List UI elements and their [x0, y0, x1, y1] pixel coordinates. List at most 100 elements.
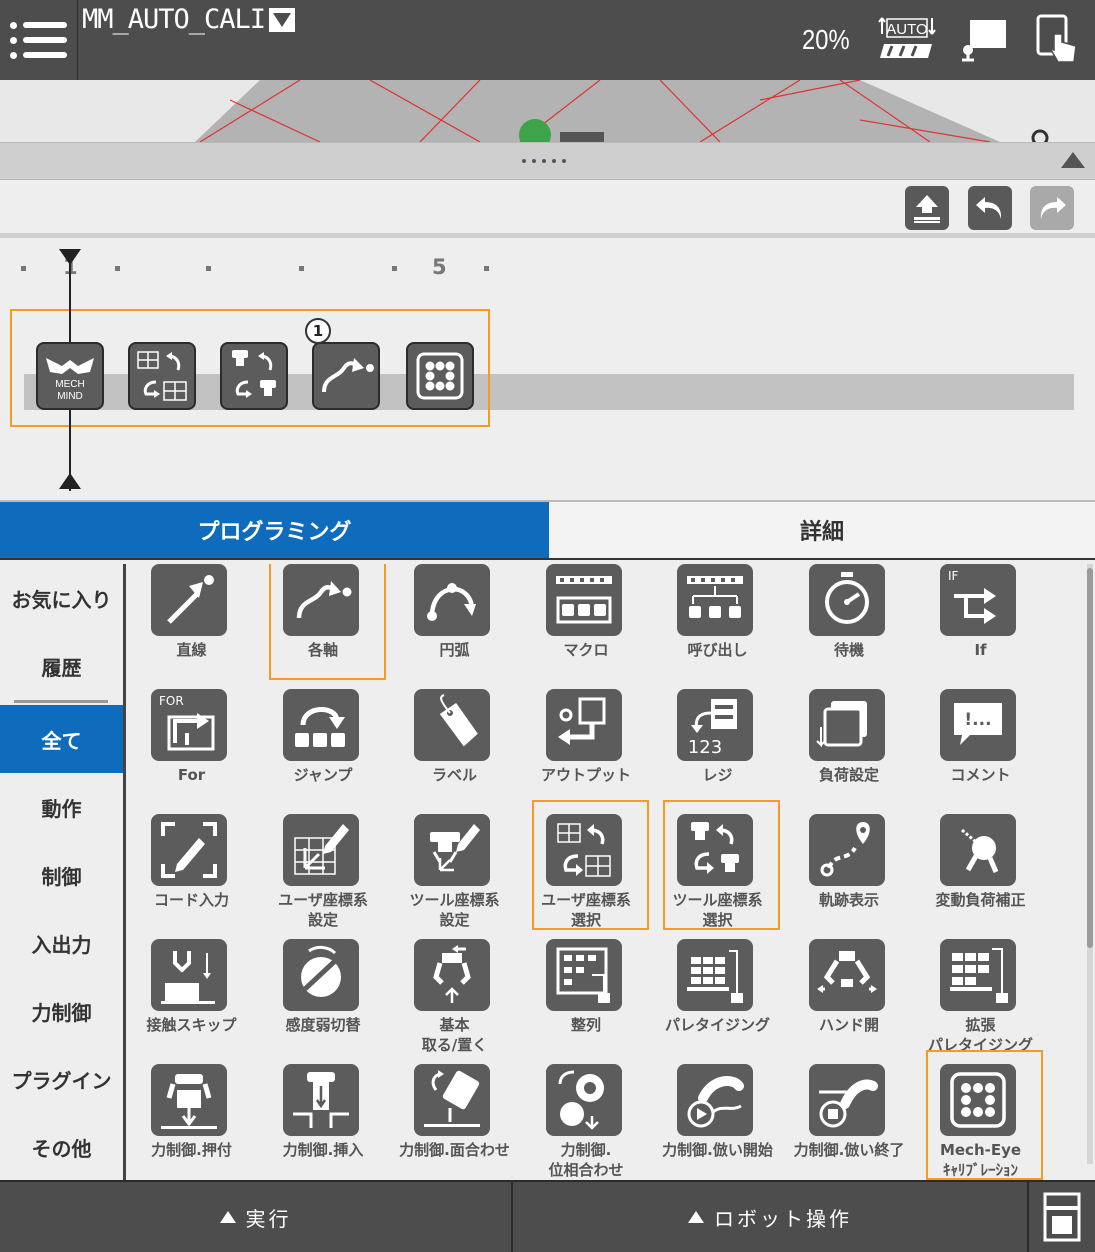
palette-cmd-touch-skip[interactable]: 接触スキップ: [126, 939, 257, 1064]
palette-cmd-force-surface[interactable]: 力制御.面合わせ: [389, 1064, 520, 1180]
command-tile[interactable]: [282, 939, 359, 1011]
timeline-cmd-tool-frame-select[interactable]: [220, 342, 288, 410]
category-control[interactable]: 制御: [0, 841, 123, 909]
palette-cmd-variable-payload[interactable]: 変動負荷補正: [915, 814, 1046, 939]
palette-cmd-tool-frame-setting[interactable]: ツール座標系 設定: [389, 814, 520, 939]
command-tile[interactable]: [282, 1064, 359, 1136]
command-tile[interactable]: [151, 814, 227, 886]
palette-cmd-hand-open[interactable]: ハンド開: [784, 939, 915, 1064]
command-tile[interactable]: [808, 564, 885, 636]
palette-scrollbar[interactable]: [1087, 568, 1093, 948]
command-tile[interactable]: [677, 1064, 753, 1136]
palette-cmd-wait[interactable]: 待機: [784, 564, 915, 689]
palette-cmd-register[interactable]: 123 レジ: [652, 689, 783, 814]
palette-cmd-macro[interactable]: マクロ: [521, 564, 652, 689]
category-motion[interactable]: 動作: [0, 773, 123, 841]
speed-override[interactable]: 20%: [802, 24, 850, 56]
program-selector[interactable]: MM_AUTO_CALI: [82, 4, 296, 35]
timeline-cmd-mech-eye-calibration[interactable]: [406, 342, 474, 410]
command-tile[interactable]: [808, 814, 885, 886]
redo-button[interactable]: [1030, 186, 1074, 230]
command-tile[interactable]: [545, 939, 622, 1011]
run-button[interactable]: 実行: [0, 1182, 511, 1252]
command-tile[interactable]: !...: [940, 689, 1016, 761]
playhead-top-handle[interactable]: [59, 249, 81, 265]
upload-button[interactable]: [905, 186, 949, 230]
palette-cmd-ext-palletizing[interactable]: 拡張 パレタイジング: [915, 939, 1046, 1064]
main-menu-button[interactable]: [0, 0, 78, 80]
palette-cmd-align[interactable]: 整列: [521, 939, 652, 1064]
jog-display-button[interactable]: [956, 14, 1014, 66]
command-tile[interactable]: [151, 1064, 227, 1136]
command-tile[interactable]: [414, 939, 490, 1011]
palette-cmd-output[interactable]: アウトプット: [521, 689, 652, 814]
drag-handle-icon[interactable]: [522, 159, 566, 163]
command-tile[interactable]: [151, 564, 227, 636]
command-tile[interactable]: [677, 939, 753, 1011]
command-tile[interactable]: [414, 1064, 490, 1136]
command-tile[interactable]: [940, 814, 1016, 886]
palette-cmd-for[interactable]: FOR For: [126, 689, 257, 814]
palette-cmd-if[interactable]: IF If: [915, 564, 1046, 689]
palette-cmd-force-press[interactable]: 力制御.押付: [126, 1064, 257, 1180]
undo-button[interactable]: [968, 186, 1012, 230]
command-tile[interactable]: [545, 814, 622, 886]
robot-operation-button[interactable]: ロボット操作: [513, 1182, 1027, 1252]
tab-details[interactable]: 詳細: [549, 502, 1095, 558]
palette-cmd-trajectory-display[interactable]: 軌跡表示: [784, 814, 915, 939]
palette-cmd-jump[interactable]: ジャンプ: [258, 689, 389, 814]
palette-cmd-tool-frame-select[interactable]: ツール座標系 選択: [652, 800, 783, 939]
command-tile[interactable]: [940, 1064, 1016, 1136]
command-tile[interactable]: 123: [677, 689, 753, 761]
command-tile[interactable]: [545, 1064, 622, 1136]
palette-cmd-linear-move[interactable]: 直線: [126, 564, 257, 689]
category-other[interactable]: その他: [0, 1113, 123, 1181]
command-tile[interactable]: [414, 689, 490, 761]
timeline-cmd-joint-move[interactable]: [312, 342, 380, 410]
command-tile[interactable]: [677, 814, 753, 886]
command-tile[interactable]: [282, 814, 359, 886]
command-tile[interactable]: [282, 564, 359, 636]
auto-mode-button[interactable]: AUTO: [878, 14, 936, 66]
palette-cmd-payload-setting[interactable]: 負荷設定: [784, 689, 915, 814]
palette-cmd-code-input[interactable]: コード入力: [126, 814, 257, 939]
palette-cmd-pick-place[interactable]: 基本 取る/置く: [389, 939, 520, 1064]
palette-cmd-palletizing[interactable]: パレタイジング: [652, 939, 783, 1064]
command-tile[interactable]: [545, 689, 622, 761]
collapse-up-icon[interactable]: [1061, 152, 1085, 168]
playhead-bottom-handle[interactable]: [59, 473, 81, 489]
controller-button[interactable]: [1029, 1182, 1095, 1252]
palette-cmd-force-follow-start[interactable]: 力制御.倣い開始: [652, 1064, 783, 1180]
palette-cmd-mech-eye-calibration[interactable]: Mech-Eye ｷｬﾘﾌﾞﾚｰｼｮﾝ: [915, 1050, 1046, 1180]
category-all[interactable]: 全て: [0, 705, 123, 773]
palette-cmd-joint-move[interactable]: 各軸: [258, 564, 389, 689]
palette-cmd-user-frame-setting[interactable]: ユーザ座標系 設定: [258, 814, 389, 939]
category-io[interactable]: 入出力: [0, 909, 123, 977]
robot-3d-view[interactable]: [0, 80, 1095, 142]
command-tile[interactable]: IF: [940, 564, 1016, 636]
palette-cmd-force-phase[interactable]: 力制御. 位相合わせ: [521, 1064, 652, 1180]
command-tile[interactable]: [414, 814, 490, 886]
command-tile[interactable]: [151, 939, 227, 1011]
program-timeline[interactable]: 1 5 MECH MIND: [0, 243, 1095, 500]
timeline-cmd-user-frame-select[interactable]: [128, 342, 196, 410]
command-tile[interactable]: [940, 939, 1016, 1011]
category-favorites[interactable]: お気に入り: [0, 564, 123, 632]
palette-cmd-user-frame-select[interactable]: ユーザ座標系 選択: [521, 800, 652, 939]
panel-splitter[interactable]: [0, 142, 1095, 180]
touch-mode-button[interactable]: [1032, 14, 1090, 66]
category-force-control[interactable]: 力制御: [0, 977, 123, 1045]
category-history[interactable]: 履歴: [0, 632, 123, 700]
palette-cmd-sensitivity[interactable]: 感度弱切替: [258, 939, 389, 1064]
palette-cmd-comment[interactable]: !... コメント: [915, 689, 1046, 814]
command-tile[interactable]: [282, 689, 359, 761]
command-tile[interactable]: [545, 564, 622, 636]
palette-cmd-arc-move[interactable]: 円弧: [389, 564, 520, 689]
palette-cmd-force-follow-end[interactable]: 力制御.倣い終了: [784, 1064, 915, 1180]
timeline-cmd-mech-mind[interactable]: MECH MIND: [36, 342, 104, 410]
command-tile[interactable]: FOR: [151, 689, 227, 761]
palette-cmd-call[interactable]: 呼び出し: [652, 564, 783, 689]
palette-cmd-force-insert[interactable]: 力制御.挿入: [258, 1064, 389, 1180]
command-tile[interactable]: [808, 689, 885, 761]
tab-programming[interactable]: プログラミング: [0, 502, 549, 558]
